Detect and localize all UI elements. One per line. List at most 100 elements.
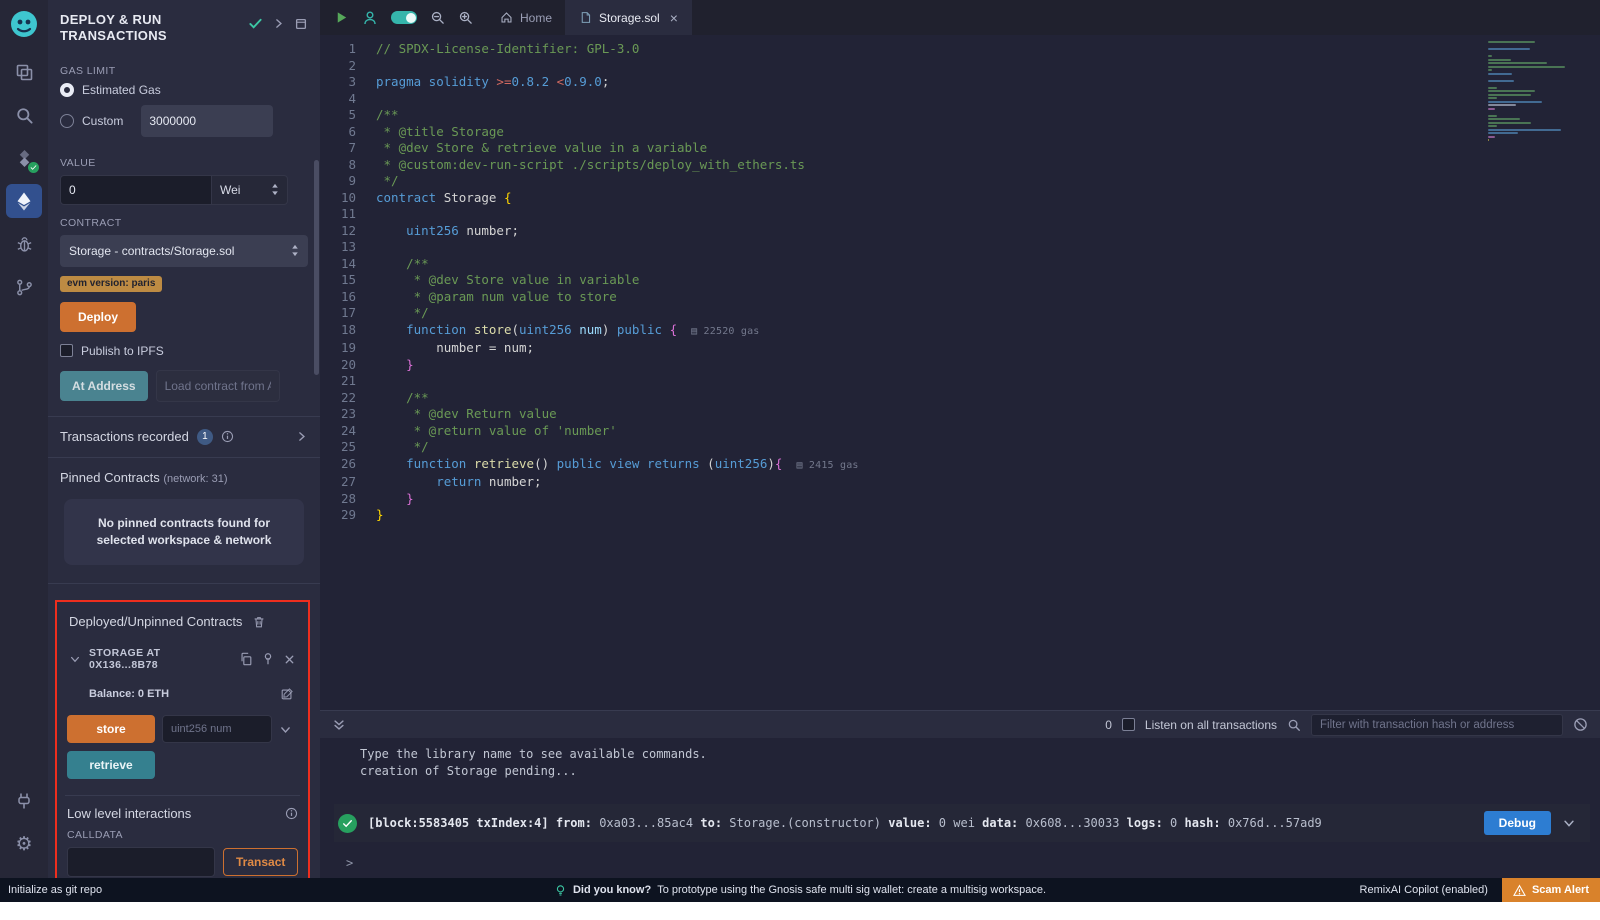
store-function-button[interactable]: store	[67, 715, 155, 743]
collapse-terminal-icon[interactable]	[332, 718, 346, 732]
debugger-icon[interactable]	[6, 227, 42, 261]
deploy-run-icon[interactable]	[6, 184, 42, 218]
run-script-icon[interactable]	[334, 10, 349, 25]
compile-success-badge	[28, 162, 39, 173]
checkbox-icon	[60, 344, 73, 357]
code-editor[interactable]: 1// SPDX-License-Identifier: GPL-3.023pr…	[320, 35, 1600, 710]
close-tab-icon[interactable]: ×	[670, 11, 678, 25]
select-arrows-icon	[291, 244, 299, 257]
search-icon[interactable]	[6, 98, 42, 132]
tab-home[interactable]: Home	[487, 0, 566, 35]
evm-version-badge: evm version: paris	[60, 276, 162, 292]
trash-icon[interactable]	[252, 615, 266, 629]
minimap[interactable]	[1488, 41, 1580, 141]
tip-text: To prototype using the Gnosis safe multi…	[657, 884, 1046, 896]
edit-icon[interactable]	[280, 687, 294, 701]
value-unit-select[interactable]: Wei	[212, 175, 288, 205]
gas-estimate-badge: ▤ 2415 gas	[796, 460, 858, 471]
pin-icon[interactable]	[261, 652, 275, 666]
retrieve-function-button[interactable]: retrieve	[67, 751, 155, 779]
main-area: Home Storage.sol × 1// SPDX-License-Iden…	[320, 0, 1600, 878]
git-init-status[interactable]: Initialize as git repo	[0, 884, 102, 896]
code-line: 21	[320, 373, 1600, 390]
calldata-input[interactable]	[67, 847, 215, 877]
code-line: 13	[320, 239, 1600, 256]
filter-transactions-input[interactable]	[1311, 714, 1563, 736]
deploy-run-panel: DEPLOY & RUN TRANSACTIONS GAS LIMIT Esti…	[48, 0, 320, 878]
close-icon[interactable]	[283, 653, 296, 666]
success-check-icon	[338, 814, 357, 833]
balance-label: Balance: 0 ETH	[89, 688, 169, 700]
zoom-in-icon[interactable]	[458, 10, 473, 25]
publish-to-ipfs-label: Publish to IPFS	[81, 344, 164, 358]
debug-button[interactable]: Debug	[1484, 811, 1551, 835]
contract-address-label[interactable]: STORAGE AT 0X136...8B78	[89, 647, 231, 671]
contract-select[interactable]: Storage - contracts/Storage.sol	[60, 235, 308, 267]
transact-button[interactable]: Transact	[223, 848, 298, 876]
listen-all-label: Listen on all transactions	[1145, 718, 1277, 732]
scam-alert-button[interactable]: Scam Alert	[1502, 878, 1600, 902]
lightbulb-icon	[554, 884, 567, 897]
solidity-compiler-icon[interactable]	[6, 141, 42, 175]
zoom-out-icon[interactable]	[430, 10, 445, 25]
collapse-caret-icon[interactable]	[69, 653, 81, 665]
transaction-row[interactable]: [block:5583405 txIndex:4] from: 0xa03...…	[334, 804, 1590, 842]
publish-to-ipfs-option[interactable]: Publish to IPFS	[60, 344, 308, 358]
code-line: 14 /**	[320, 256, 1600, 273]
remix-ide-window: ⚙ DEPLOY & RUN TRANSACTIONS GAS LIMIT Es…	[0, 0, 1600, 878]
at-address-button[interactable]: At Address	[60, 371, 148, 401]
value-label: VALUE	[60, 157, 308, 169]
store-args-input[interactable]	[162, 715, 272, 743]
copilot-user-icon[interactable]	[362, 10, 378, 26]
custom-gas-input[interactable]	[141, 105, 273, 137]
custom-gas-option[interactable]: Custom	[60, 105, 308, 137]
code-line: 6 * @title Storage	[320, 124, 1600, 141]
terminal[interactable]: Type the library name to see available c…	[320, 738, 1600, 878]
estimated-gas-option[interactable]: Estimated Gas	[60, 83, 308, 97]
pinned-contracts-section: Pinned Contracts (network: 31) No pinned…	[48, 457, 320, 584]
contract-label: CONTRACT	[60, 217, 308, 229]
home-icon	[500, 11, 513, 24]
copilot-toggle[interactable]	[391, 11, 417, 24]
deploy-button[interactable]: Deploy	[60, 302, 136, 332]
remix-logo[interactable]	[5, 5, 43, 43]
code-line: 3pragma solidity >=0.8.2 <0.9.0;	[320, 74, 1600, 91]
chevron-down-icon[interactable]	[1562, 816, 1576, 830]
contract-selected-value: Storage - contracts/Storage.sol	[69, 244, 234, 258]
expand-args-icon[interactable]	[279, 723, 292, 736]
info-icon[interactable]	[285, 807, 298, 820]
code-line: 2	[320, 58, 1600, 75]
activity-bar: ⚙	[0, 0, 48, 878]
copilot-status[interactable]: RemixAI Copilot (enabled)	[1360, 884, 1502, 896]
transactions-recorded-section[interactable]: Transactions recorded 1	[48, 416, 320, 457]
calldata-label: CALLDATA	[67, 829, 298, 841]
terminal-prompt[interactable]: >	[334, 856, 1600, 870]
chevron-right-icon[interactable]	[295, 430, 308, 443]
workspaces-icon[interactable]	[6, 55, 42, 89]
code-line: 11	[320, 206, 1600, 223]
git-icon[interactable]	[6, 270, 42, 304]
tx-block-label: [block:5583405 txIndex:4]	[368, 816, 549, 830]
listen-all-checkbox[interactable]	[1122, 718, 1135, 731]
clear-console-icon[interactable]	[1573, 717, 1588, 732]
status-bar: Initialize as git repo Did you know? To …	[0, 878, 1600, 902]
plugin-manager-icon[interactable]	[6, 784, 42, 818]
file-icon	[579, 11, 592, 24]
transactions-recorded-label: Transactions recorded	[60, 429, 189, 444]
pinned-contracts-title: Pinned Contracts (network: 31)	[60, 470, 308, 485]
gas-limit-label: GAS LIMIT	[60, 65, 308, 77]
maximize-panel-icon[interactable]	[294, 17, 308, 31]
code-line: 25 */	[320, 439, 1600, 456]
terminal-log-line: creation of Storage pending...	[334, 763, 1600, 780]
copy-icon[interactable]	[239, 652, 253, 666]
tab-storage-sol[interactable]: Storage.sol ×	[566, 0, 692, 35]
radio-selected-icon	[60, 83, 74, 97]
info-icon[interactable]	[221, 430, 234, 443]
search-icon[interactable]	[1287, 718, 1301, 732]
select-arrows-icon	[271, 183, 279, 196]
chevron-right-icon[interactable]	[272, 17, 285, 30]
value-input[interactable]	[60, 175, 212, 205]
panel-scrollbar[interactable]	[314, 160, 319, 375]
at-address-input[interactable]	[156, 370, 280, 402]
settings-icon[interactable]: ⚙	[6, 827, 42, 861]
